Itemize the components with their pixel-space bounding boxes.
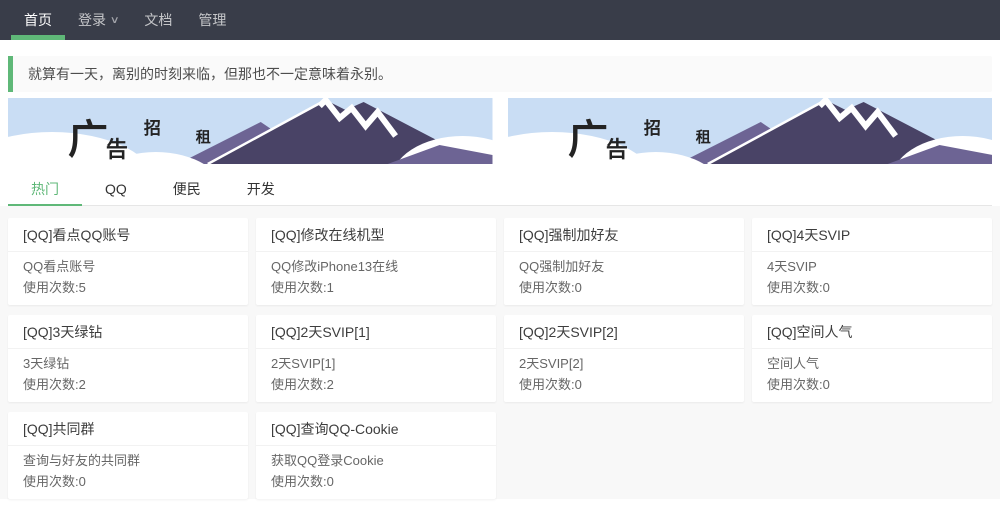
service-card[interactable]: [QQ]2天SVIP[1] 2天SVIP[1] 使用次数:2 [256,315,496,402]
card-usage: 使用次数:0 [271,471,481,492]
ad-text-zu: 租 [695,128,710,146]
nav-item-label: 管理 [198,10,226,30]
tab-qq[interactable]: QQ [82,172,150,206]
top-nav: 首页 登录 ∨ 文档 管理 [0,0,1000,40]
card-usage: 使用次数:0 [519,374,729,395]
card-usage: 使用次数:0 [767,374,977,395]
ad-banner-right[interactable]: 广 告 招 租 [508,98,993,164]
cards-section: [QQ]看点QQ账号 QQ看点账号 使用次数:5 [QQ]修改在线机型 QQ修改… [0,206,1000,499]
ad-text-zu: 租 [196,128,211,146]
service-card[interactable]: [QQ]2天SVIP[2] 2天SVIP[2] 使用次数:0 [504,315,744,402]
card-desc: QQ修改iPhone13在线 [271,256,481,277]
tab-hot[interactable]: 热门 [8,172,82,206]
service-card[interactable]: [QQ]修改在线机型 QQ修改iPhone13在线 使用次数:1 [256,218,496,305]
nav-item-label: 首页 [24,10,52,30]
card-title: [QQ]强制加好友 [504,218,744,252]
nav-item-label: 文档 [144,10,172,30]
card-title: [QQ]看点QQ账号 [8,218,248,252]
card-title: [QQ]2天SVIP[1] [256,315,496,349]
chevron-down-icon: ∨ [110,15,120,26]
card-title: [QQ]4天SVIP [752,218,992,252]
banner-row: 广 告 招 租 广 告 招 租 [8,98,992,164]
card-title: [QQ]空间人气 [752,315,992,349]
ad-text-gao: 告 [106,137,128,163]
category-tabs: 热门 QQ 便民 开发 [8,172,992,206]
card-desc: 获取QQ登录Cookie [271,450,481,471]
ad-banner-left[interactable]: 广 告 招 租 [8,98,493,164]
card-desc: 查询与好友的共同群 [23,450,233,471]
ad-text-guang: 广 [68,116,108,163]
card-usage: 使用次数:0 [23,471,233,492]
nav-item-docs[interactable]: 文档 [131,0,185,40]
service-card[interactable]: [QQ]4天SVIP 4天SVIP 使用次数:0 [752,218,992,305]
tab-dev[interactable]: 开发 [224,172,298,206]
card-usage: 使用次数:0 [767,277,977,298]
card-title: [QQ]共同群 [8,412,248,446]
service-card[interactable]: [QQ]强制加好友 QQ强制加好友 使用次数:0 [504,218,744,305]
card-desc: 4天SVIP [767,256,977,277]
service-card[interactable]: [QQ]看点QQ账号 QQ看点账号 使用次数:5 [8,218,248,305]
tab-convenience[interactable]: 便民 [150,172,224,206]
card-title: [QQ]3天绿钻 [8,315,248,349]
ad-text-zhao: 招 [144,118,161,139]
card-desc: 2天SVIP[2] [519,353,729,374]
card-desc: 空间人气 [767,353,977,374]
card-desc: QQ看点账号 [23,256,233,277]
card-desc: 2天SVIP[1] [271,353,481,374]
card-usage: 使用次数:2 [23,374,233,395]
nav-item-admin[interactable]: 管理 [185,0,239,40]
card-title: [QQ]查询QQ-Cookie [256,412,496,446]
service-card[interactable]: [QQ]3天绿钻 3天绿钻 使用次数:2 [8,315,248,402]
nav-item-login[interactable]: 登录 ∨ [65,0,131,40]
card-usage: 使用次数:0 [519,277,729,298]
ad-banner-graphic: 广 告 招 租 [8,98,493,164]
nav-item-label: 登录 [78,10,106,30]
ad-text-gao: 告 [605,137,627,163]
nav-item-home[interactable]: 首页 [11,0,65,40]
card-title: [QQ]修改在线机型 [256,218,496,252]
notice-quote: 就算有一天，离别的时刻来临，但那也不一定意味着永别。 [8,56,992,92]
card-desc: QQ强制加好友 [519,256,729,277]
card-usage: 使用次数:1 [271,277,481,298]
card-usage: 使用次数:5 [23,277,233,298]
service-card[interactable]: [QQ]共同群 查询与好友的共同群 使用次数:0 [8,412,248,499]
service-card[interactable]: [QQ]查询QQ-Cookie 获取QQ登录Cookie 使用次数:0 [256,412,496,499]
service-card[interactable]: [QQ]空间人气 空间人气 使用次数:0 [752,315,992,402]
ad-banner-graphic: 广 告 招 租 [508,98,993,164]
card-title: [QQ]2天SVIP[2] [504,315,744,349]
cards-grid: [QQ]看点QQ账号 QQ看点账号 使用次数:5 [QQ]修改在线机型 QQ修改… [8,218,992,499]
ad-text-guang: 广 [567,116,607,163]
card-usage: 使用次数:2 [271,374,481,395]
ad-text-zhao: 招 [643,118,660,139]
card-desc: 3天绿钻 [23,353,233,374]
